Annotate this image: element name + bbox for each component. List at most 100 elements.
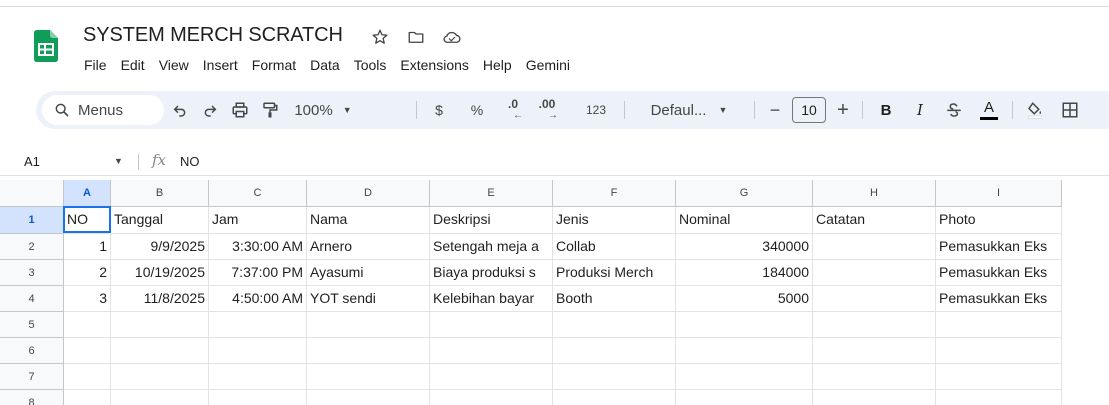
cell-d7[interactable]	[307, 364, 430, 390]
cell-h1[interactable]: Catatan	[813, 207, 936, 234]
cell-i1[interactable]: Photo	[936, 207, 1062, 234]
menu-file[interactable]: File	[84, 55, 114, 75]
cell-g1[interactable]: Nominal	[676, 207, 813, 234]
cell-h2[interactable]	[813, 234, 936, 260]
cell-f5[interactable]	[553, 312, 676, 338]
row-header-6[interactable]: 6	[0, 338, 64, 364]
decrease-decimal-button[interactable]: .0 ←	[498, 91, 528, 129]
italic-button[interactable]: I	[908, 91, 932, 129]
spreadsheet-grid[interactable]: A B C D E F G H I 1 NO Tanggal Jam Nama Deskripsi Jenis…	[0, 180, 1109, 405]
row-header-3[interactable]: 3	[0, 260, 64, 286]
cell-f7[interactable]	[553, 364, 676, 390]
column-header-g[interactable]: G	[676, 180, 813, 207]
cell-e8[interactable]	[430, 390, 553, 405]
strikethrough-icon[interactable]	[942, 91, 966, 129]
menu-gemini[interactable]: Gemini	[519, 55, 577, 75]
cell-f3[interactable]: Produksi Merch	[553, 260, 676, 286]
cell-d6[interactable]	[307, 338, 430, 364]
bold-button[interactable]: B	[874, 91, 898, 129]
cell-b3[interactable]: 10/19/2025	[111, 260, 209, 286]
cell-f2[interactable]: Collab	[553, 234, 676, 260]
cell-i6[interactable]	[936, 338, 1062, 364]
borders-icon[interactable]	[1058, 91, 1082, 129]
cell-d5[interactable]	[307, 312, 430, 338]
column-header-e[interactable]: E	[430, 180, 553, 207]
font-size-input[interactable]: 10	[792, 97, 826, 123]
cell-i4[interactable]: Pemasukkan Eks	[936, 286, 1062, 312]
cloud-status-icon[interactable]	[442, 27, 462, 47]
cell-i3[interactable]: Pemasukkan Eks	[936, 260, 1062, 286]
menu-edit[interactable]: Edit	[114, 55, 152, 75]
menu-format[interactable]: Format	[245, 55, 303, 75]
cell-b7[interactable]	[111, 364, 209, 390]
cell-d1[interactable]: Nama	[307, 207, 430, 234]
cell-f6[interactable]	[553, 338, 676, 364]
cell-b6[interactable]	[111, 338, 209, 364]
cell-g7[interactable]	[676, 364, 813, 390]
row-header-1[interactable]: 1	[0, 207, 64, 234]
cell-a4[interactable]: 3	[64, 286, 111, 312]
column-header-b[interactable]: B	[111, 180, 209, 207]
cell-e2[interactable]: Setengah meja a	[430, 234, 553, 260]
increase-decimal-button[interactable]: .00 →	[532, 91, 562, 129]
menu-data[interactable]: Data	[303, 55, 347, 75]
redo-icon[interactable]	[198, 91, 222, 129]
cell-d3[interactable]: Ayasumi	[307, 260, 430, 286]
cell-c1[interactable]: Jam	[209, 207, 307, 234]
chevron-down-icon[interactable]: ▼	[114, 156, 123, 166]
cell-h5[interactable]	[813, 312, 936, 338]
cell-b4[interactable]: 11/8/2025	[111, 286, 209, 312]
cell-h6[interactable]	[813, 338, 936, 364]
menu-help[interactable]: Help	[476, 55, 519, 75]
cell-c2[interactable]: 3:30:00 AM	[209, 234, 307, 260]
cell-i7[interactable]	[936, 364, 1062, 390]
document-title[interactable]: SYSTEM MERCH SCRATCH	[83, 24, 343, 47]
cell-d8[interactable]	[307, 390, 430, 405]
zoom-dropdown[interactable]: 100% ▼	[292, 91, 354, 129]
row-header-2[interactable]: 2	[0, 234, 64, 260]
cell-e5[interactable]	[430, 312, 553, 338]
cell-d4[interactable]: YOT sendi	[307, 286, 430, 312]
row-header-7[interactable]: 7	[0, 364, 64, 390]
row-header-8[interactable]: 8	[0, 390, 64, 405]
row-header-5[interactable]: 5	[0, 312, 64, 338]
cell-e7[interactable]	[430, 364, 553, 390]
menu-tools[interactable]: Tools	[347, 55, 394, 75]
star-icon[interactable]	[370, 27, 390, 47]
cell-b2[interactable]: 9/9/2025	[111, 234, 209, 260]
cell-e1[interactable]: Deskripsi	[430, 207, 553, 234]
cell-g6[interactable]	[676, 338, 813, 364]
name-box[interactable]: A1	[24, 154, 40, 169]
sheets-logo[interactable]	[34, 30, 58, 62]
column-header-i[interactable]: I	[936, 180, 1062, 207]
row-header-4[interactable]: 4	[0, 286, 64, 312]
percent-format-button[interactable]: %	[466, 91, 488, 129]
cell-c3[interactable]: 7:37:00 PM	[209, 260, 307, 286]
cell-f4[interactable]: Booth	[553, 286, 676, 312]
cell-a2[interactable]: 1	[64, 234, 111, 260]
cell-g4[interactable]: 5000	[676, 286, 813, 312]
cell-h3[interactable]	[813, 260, 936, 286]
cell-a5[interactable]	[64, 312, 111, 338]
cell-h7[interactable]	[813, 364, 936, 390]
cell-a7[interactable]	[64, 364, 111, 390]
search-menus-button[interactable]: Menus	[42, 95, 164, 125]
paint-format-icon[interactable]	[258, 91, 282, 129]
cell-f1[interactable]: Jenis	[553, 207, 676, 234]
decrease-font-size-button[interactable]: −	[764, 91, 786, 129]
menu-extensions[interactable]: Extensions	[393, 55, 475, 75]
cell-c6[interactable]	[209, 338, 307, 364]
font-family-dropdown[interactable]: Defaul... ▼	[634, 91, 744, 129]
cell-e6[interactable]	[430, 338, 553, 364]
select-all-corner[interactable]	[0, 180, 64, 207]
cell-b8[interactable]	[111, 390, 209, 405]
formula-input[interactable]: NO	[180, 154, 200, 169]
cell-a6[interactable]	[64, 338, 111, 364]
cell-h8[interactable]	[813, 390, 936, 405]
cell-c8[interactable]	[209, 390, 307, 405]
cell-a1[interactable]: NO	[64, 207, 111, 234]
cell-c7[interactable]	[209, 364, 307, 390]
menu-insert[interactable]: Insert	[196, 55, 245, 75]
cell-c4[interactable]: 4:50:00 AM	[209, 286, 307, 312]
cell-h4[interactable]	[813, 286, 936, 312]
